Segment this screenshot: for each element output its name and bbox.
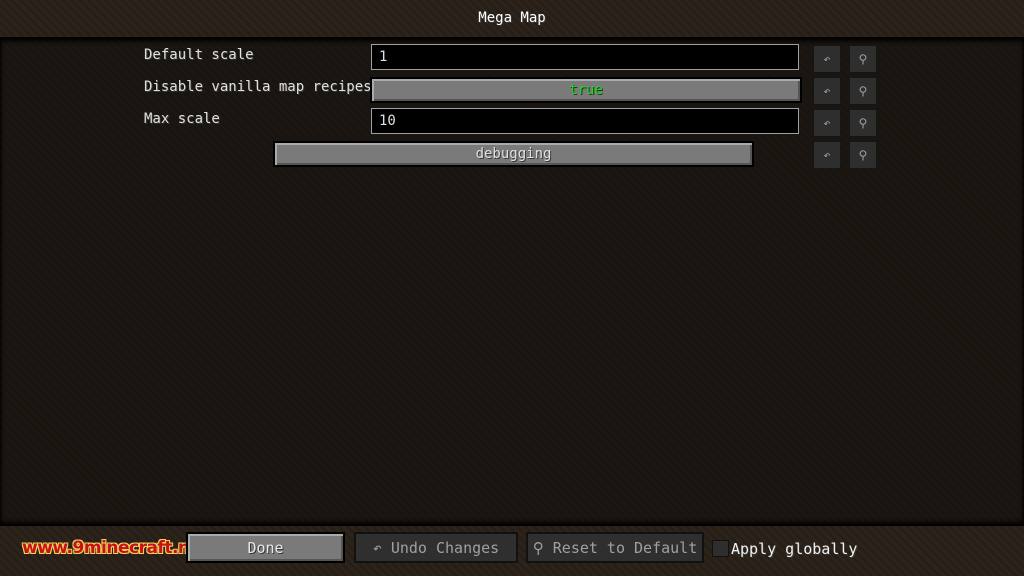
- apply-globally-label[interactable]: Apply globally: [731, 540, 857, 558]
- undo-default-scale-button[interactable]: ↶: [813, 45, 841, 73]
- reset-disable-vanilla-recipes-button[interactable]: ⚲: [849, 77, 877, 105]
- reset-to-default-button[interactable]: ⚲ Reset to Default: [526, 532, 704, 563]
- reset-max-scale-button[interactable]: ⚲: [849, 109, 877, 137]
- reset-default-scale-button[interactable]: ⚲: [849, 45, 877, 73]
- entry-label-default-scale: Default scale: [144, 47, 254, 63]
- category-label: debugging: [475, 146, 552, 162]
- reset-icon: ⚲: [858, 84, 868, 98]
- reset-icon: ⚲: [858, 148, 868, 162]
- undo-icon: ↶: [823, 148, 831, 162]
- undo-icon: ↶: [823, 116, 831, 130]
- undo-icon: ↶: [823, 52, 831, 66]
- entry-label-max-scale: Max scale: [144, 111, 220, 127]
- undo-disable-vanilla-recipes-button[interactable]: ↶: [813, 77, 841, 105]
- reset-icon: ⚲: [858, 116, 868, 130]
- debugging-category-button[interactable]: debugging: [273, 141, 754, 167]
- watermark-text: www.9minecraft.net: [22, 538, 209, 558]
- undo-icon: ↶: [823, 84, 831, 98]
- screen-title: Mega Map: [478, 10, 546, 26]
- entry-label-disable-vanilla-map-recipes: Disable vanilla map recipes: [144, 79, 372, 95]
- undo-debugging-button[interactable]: ↶: [813, 141, 841, 169]
- toggle-value: true: [569, 82, 603, 98]
- reset-debugging-button[interactable]: ⚲: [849, 141, 877, 169]
- apply-globally-checkbox[interactable]: [712, 540, 729, 557]
- reset-icon: ⚲: [858, 52, 868, 66]
- default-scale-input[interactable]: [371, 44, 799, 70]
- done-button[interactable]: Done: [186, 532, 345, 563]
- undo-max-scale-button[interactable]: ↶: [813, 109, 841, 137]
- undo-changes-button[interactable]: ↶ Undo Changes: [354, 532, 518, 563]
- disable-vanilla-map-recipes-toggle[interactable]: true: [370, 77, 802, 103]
- max-scale-input[interactable]: [371, 108, 799, 134]
